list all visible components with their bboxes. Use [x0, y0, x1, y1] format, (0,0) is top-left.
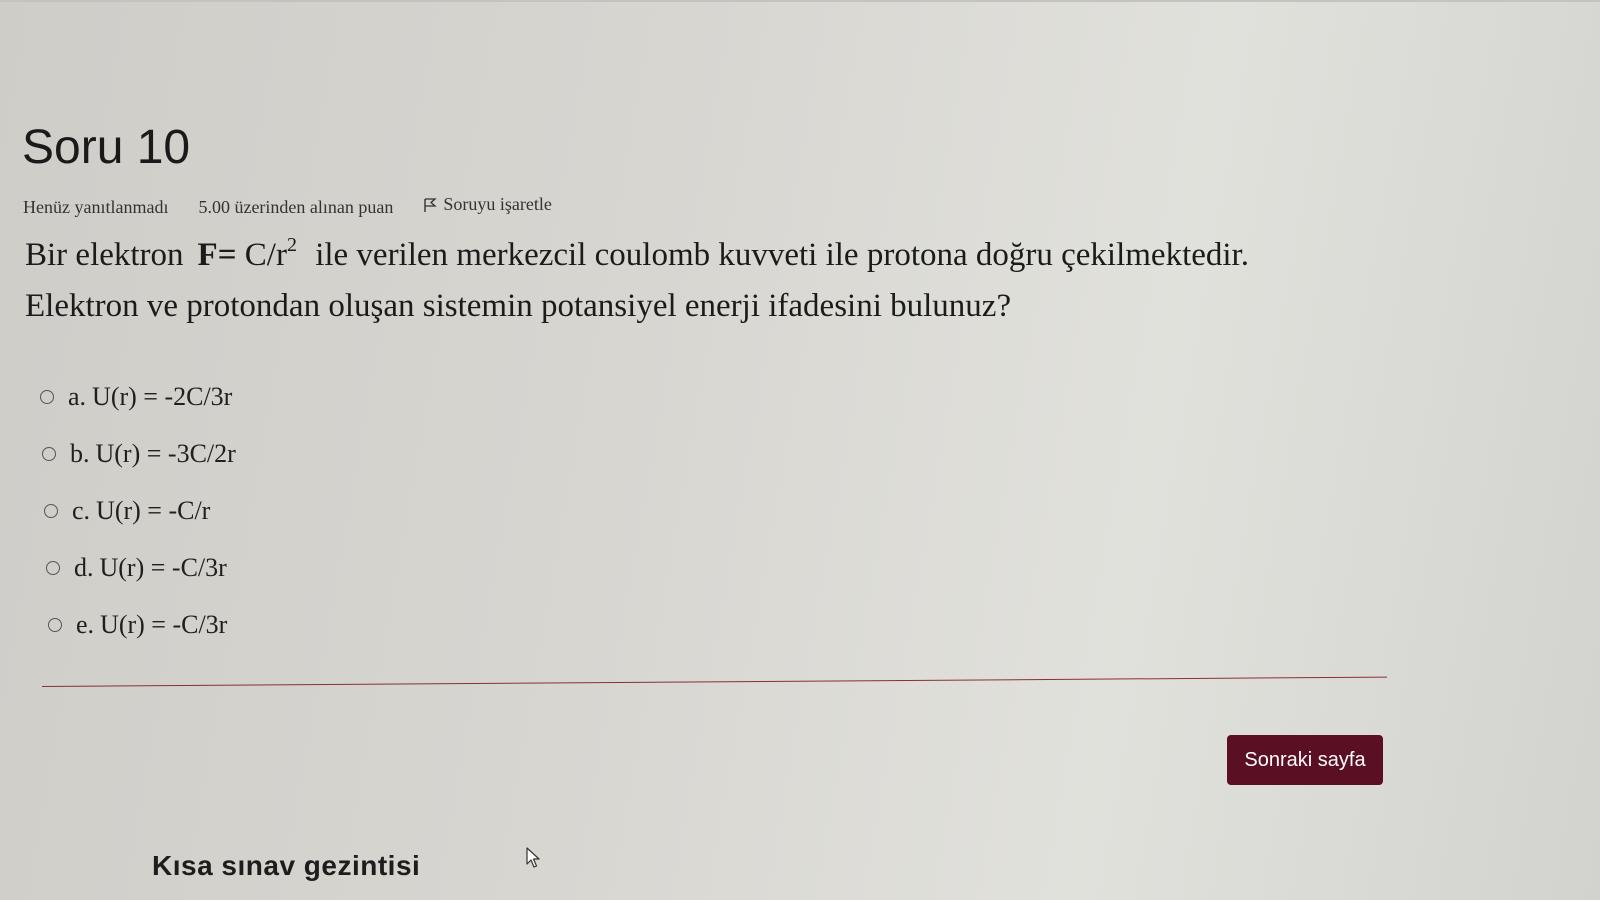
quiz-navigation-heading: Kısa sınav gezintisi [152, 850, 421, 881]
force-formula: F= C/r2 [197, 234, 297, 273]
answer-text: U(r) = -3C/2r [95, 438, 236, 468]
answer-letter: d. [74, 552, 94, 582]
radio-icon[interactable] [42, 446, 56, 461]
top-border [0, 0, 1600, 2]
answer-letter: b. [70, 438, 90, 468]
question-points: 5.00 üzerinden alınan puan [198, 196, 394, 217]
answer-text: U(r) = -C/r [96, 495, 211, 525]
answer-status: Henüz yanıtlanmadı [23, 196, 169, 217]
answer-letter: e. [76, 609, 95, 639]
answer-option-c[interactable]: c. U(r) = -C/r [44, 482, 236, 539]
collapse-caret-icon[interactable]: ^ [1566, 0, 1578, 10]
answer-text: U(r) = -2C/3r [92, 381, 233, 411]
answer-option-b[interactable]: b. U(r) = -3C/2r [42, 425, 236, 482]
radio-icon[interactable] [46, 560, 60, 575]
radio-icon[interactable] [40, 389, 54, 404]
formula-rest: C/r [244, 237, 287, 273]
radio-icon[interactable] [48, 617, 62, 632]
mouse-pointer-icon [526, 847, 540, 868]
answer-text: U(r) = -C/3r [99, 552, 227, 582]
section-divider [41, 676, 1387, 687]
answer-option-d[interactable]: d. U(r) = -C/3r [46, 539, 236, 596]
flag-icon [424, 197, 438, 212]
radio-icon[interactable] [44, 503, 58, 518]
question-text-line-2: Elektron ve protondan oluşan sistemin po… [25, 288, 1012, 324]
answer-option-e[interactable]: e. U(r) = -C/3r [48, 596, 236, 653]
question-text-before: Bir elektron [25, 237, 184, 273]
answer-text: U(r) = -C/3r [100, 609, 228, 639]
answer-option-a[interactable]: a. U(r) = -2C/3r [40, 368, 236, 425]
answer-letter: c. [72, 495, 91, 525]
answer-options: a. U(r) = -2C/3r b. U(r) = -3C/2r c. U(r… [40, 368, 236, 653]
next-page-button[interactable]: Sonraki sayfa [1227, 735, 1383, 785]
question-title: Soru 10 [22, 121, 191, 174]
flag-question-label: Soruyu işaretle [443, 194, 552, 214]
answer-letter: a. [68, 381, 87, 411]
question-text-after: ile verilen merkezcil coulomb kuvveti il… [315, 237, 1249, 273]
flag-question-link[interactable]: Soruyu işaretle [423, 194, 552, 215]
formula-main: F= [197, 237, 237, 273]
question-text: Bir elektron F= C/r2 ile verilen merkezci… [25, 222, 1425, 332]
question-info: Henüz yanıtlanmadı 5.00 üzerinden alınan… [23, 194, 552, 218]
question-text-line-1: Bir elektron F= C/r2 ile verilen merkezci… [25, 222, 1425, 281]
formula-exponent: 2 [286, 234, 297, 256]
